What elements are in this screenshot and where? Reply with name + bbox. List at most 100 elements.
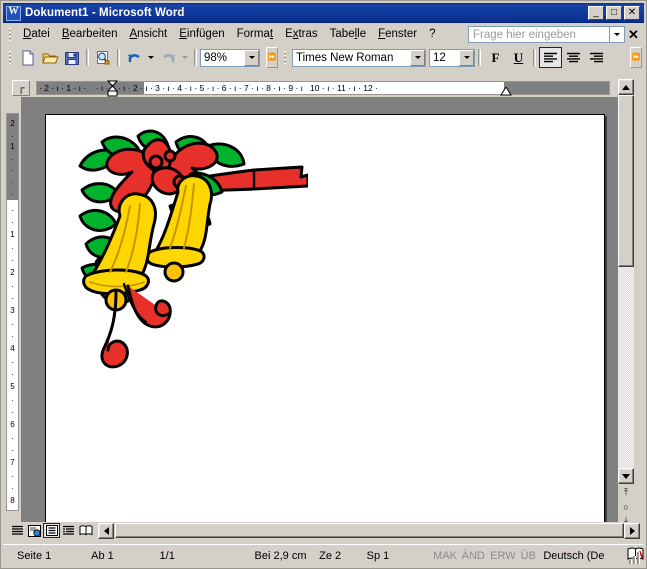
status-indicator-aend[interactable]: ÄND	[462, 550, 491, 562]
menu-item-help[interactable]: ?	[423, 26, 441, 43]
menu-item-einfuegen[interactable]: Einfügen	[173, 26, 230, 43]
vertical-scroll-thumb[interactable]	[618, 95, 634, 267]
floppy-disk-icon	[65, 51, 79, 65]
formatting-toolbar-overflow-button[interactable]: ⏩	[630, 47, 642, 68]
horizontal-scroll-thumb[interactable]	[115, 523, 624, 538]
chevron-down-icon	[148, 56, 154, 59]
view-reading-layout-button[interactable]	[77, 523, 94, 538]
ask-question-input[interactable]: Frage hier eingeben	[468, 26, 610, 43]
menu-item-ansicht[interactable]: Ansicht	[124, 26, 174, 43]
maximize-icon: □	[610, 7, 618, 18]
normal-view-icon	[12, 525, 23, 535]
vertical-scrollbar[interactable]: ⤒ ○ ⤓	[618, 79, 634, 525]
vertical-ruler-area: 2 · 1 · · · · · · 1 · · 2 · · 3 · · 4 · …	[3, 97, 21, 522]
vruler-label-6: 6	[10, 420, 15, 429]
undo-arrow-icon	[127, 54, 139, 63]
align-center-icon	[567, 52, 580, 62]
font-name-combo[interactable]: Times New Roman	[292, 48, 426, 67]
chevron-down-icon[interactable]	[410, 49, 425, 66]
toolbar-separator	[86, 49, 89, 66]
print-preview-button[interactable]	[92, 47, 114, 68]
undo-dropdown-button[interactable]	[145, 47, 157, 68]
vruler-label-7: 7	[10, 458, 15, 467]
menu-label-format: Forma	[236, 28, 270, 40]
select-browse-object-button[interactable]: ○	[618, 499, 634, 514]
close-icon[interactable]: ✕	[625, 27, 642, 43]
view-print-layout-button[interactable]	[43, 523, 60, 538]
new-document-button[interactable]	[17, 47, 39, 68]
toolbar-separator	[478, 49, 481, 66]
vruler-label-5: 5	[10, 382, 15, 391]
resize-grip[interactable]	[628, 551, 642, 565]
formatting-toolbar-grip[interactable]	[282, 50, 289, 66]
status-bar: Seite 1 Ab 1 1/1 Bei 2,9 cm Ze 2 Sp 1 MA…	[3, 544, 644, 566]
browse-object-icon: ○	[623, 501, 629, 512]
menu-item-datei[interactable]: Datei	[17, 26, 56, 43]
view-normal-button[interactable]	[9, 523, 26, 538]
status-indicator-erw[interactable]: ERW	[490, 550, 520, 562]
menu-bar-grip[interactable]	[7, 27, 14, 43]
menu-label-einfuegen: infügen	[186, 28, 225, 40]
arrow-left-icon	[103, 526, 109, 535]
align-center-button[interactable]	[562, 47, 585, 68]
save-button[interactable]	[61, 47, 83, 68]
arrow-right-icon	[629, 526, 635, 535]
scroll-down-button[interactable]	[618, 468, 634, 484]
chevron-down-icon[interactable]	[244, 49, 259, 66]
maximize-button[interactable]: □	[606, 6, 622, 20]
redo-arrow-icon	[163, 54, 175, 63]
bold-button[interactable]: F	[484, 47, 507, 68]
redo-button[interactable]	[157, 47, 179, 68]
chevron-down-icon[interactable]	[610, 26, 625, 43]
vruler-label-2top: 2	[10, 119, 15, 128]
outline-view-icon	[63, 525, 74, 535]
menu-item-tabelle[interactable]: Tabelle	[324, 26, 372, 43]
menu-item-format[interactable]: Format	[231, 26, 279, 43]
undo-button[interactable]	[123, 47, 145, 68]
font-size-combo[interactable]: 12	[429, 48, 475, 67]
hscroll-right-button[interactable]	[624, 522, 640, 539]
document-canvas[interactable]	[21, 97, 618, 522]
standard-toolbar-grip[interactable]	[7, 50, 14, 66]
left-indent-marker[interactable]	[106, 80, 119, 97]
status-indicator-mak[interactable]: MAK	[433, 550, 462, 562]
standard-toolbar-overflow-button[interactable]: ⏩	[266, 47, 278, 68]
menu-label-bearbeiten: earbeiten	[69, 28, 118, 40]
align-left-button[interactable]	[539, 47, 562, 68]
open-document-button[interactable]	[39, 47, 61, 68]
underline-button[interactable]: U	[507, 47, 530, 68]
close-button[interactable]: ✕	[624, 6, 640, 20]
scroll-up-button[interactable]	[618, 79, 634, 95]
vruler-label-2: 2	[10, 268, 15, 277]
previous-page-button[interactable]: ⤒	[618, 485, 634, 500]
vruler-label-3: 3	[10, 306, 15, 315]
tab-stop-selector-button[interactable]: ┌	[12, 80, 30, 96]
menu-item-fenster[interactable]: Fenster	[372, 26, 423, 43]
overflow-chevrons-icon: ⏩	[267, 53, 277, 61]
status-indicator-ueb[interactable]: ÜB	[521, 550, 544, 562]
zoom-value: 98%	[204, 51, 228, 64]
zoom-combo[interactable]: 98%	[200, 48, 260, 67]
minimize-button[interactable]: _	[588, 6, 604, 20]
view-outline-button[interactable]	[60, 523, 77, 538]
vertical-ruler[interactable]: 2 · 1 · · · · · · 1 · · 2 · · 3 · · 4 · …	[6, 113, 19, 511]
holly-berry-1	[148, 154, 164, 170]
status-language[interactable]: Deutsch (De	[543, 550, 627, 562]
toolbar-separator	[194, 49, 197, 66]
menu-item-bearbeiten[interactable]: Bearbeiten	[56, 26, 124, 43]
reading-layout-view-icon	[79, 525, 92, 536]
view-web-layout-button[interactable]	[26, 523, 43, 538]
right-indent-marker[interactable]	[500, 87, 512, 96]
chevron-down-icon[interactable]	[459, 49, 474, 66]
redo-dropdown-button[interactable]	[179, 47, 191, 68]
align-right-button[interactable]	[585, 47, 608, 68]
christmas-bells-holly-ribbon-clipart[interactable]	[58, 120, 308, 370]
font-name-value: Times New Roman	[296, 51, 394, 64]
horizontal-ruler[interactable]: · 2 · ı · 1 · ı · · ı · 1 · ı · 2 · ı · …	[36, 81, 610, 95]
document-page[interactable]	[45, 114, 605, 522]
hscroll-left-button[interactable]	[98, 522, 114, 539]
menu-item-extras[interactable]: Extras	[279, 26, 324, 43]
underline-label: U	[513, 49, 524, 65]
status-position-at: Bei 2,9 cm	[254, 549, 307, 562]
window-controls: _ □ ✕	[588, 6, 640, 20]
